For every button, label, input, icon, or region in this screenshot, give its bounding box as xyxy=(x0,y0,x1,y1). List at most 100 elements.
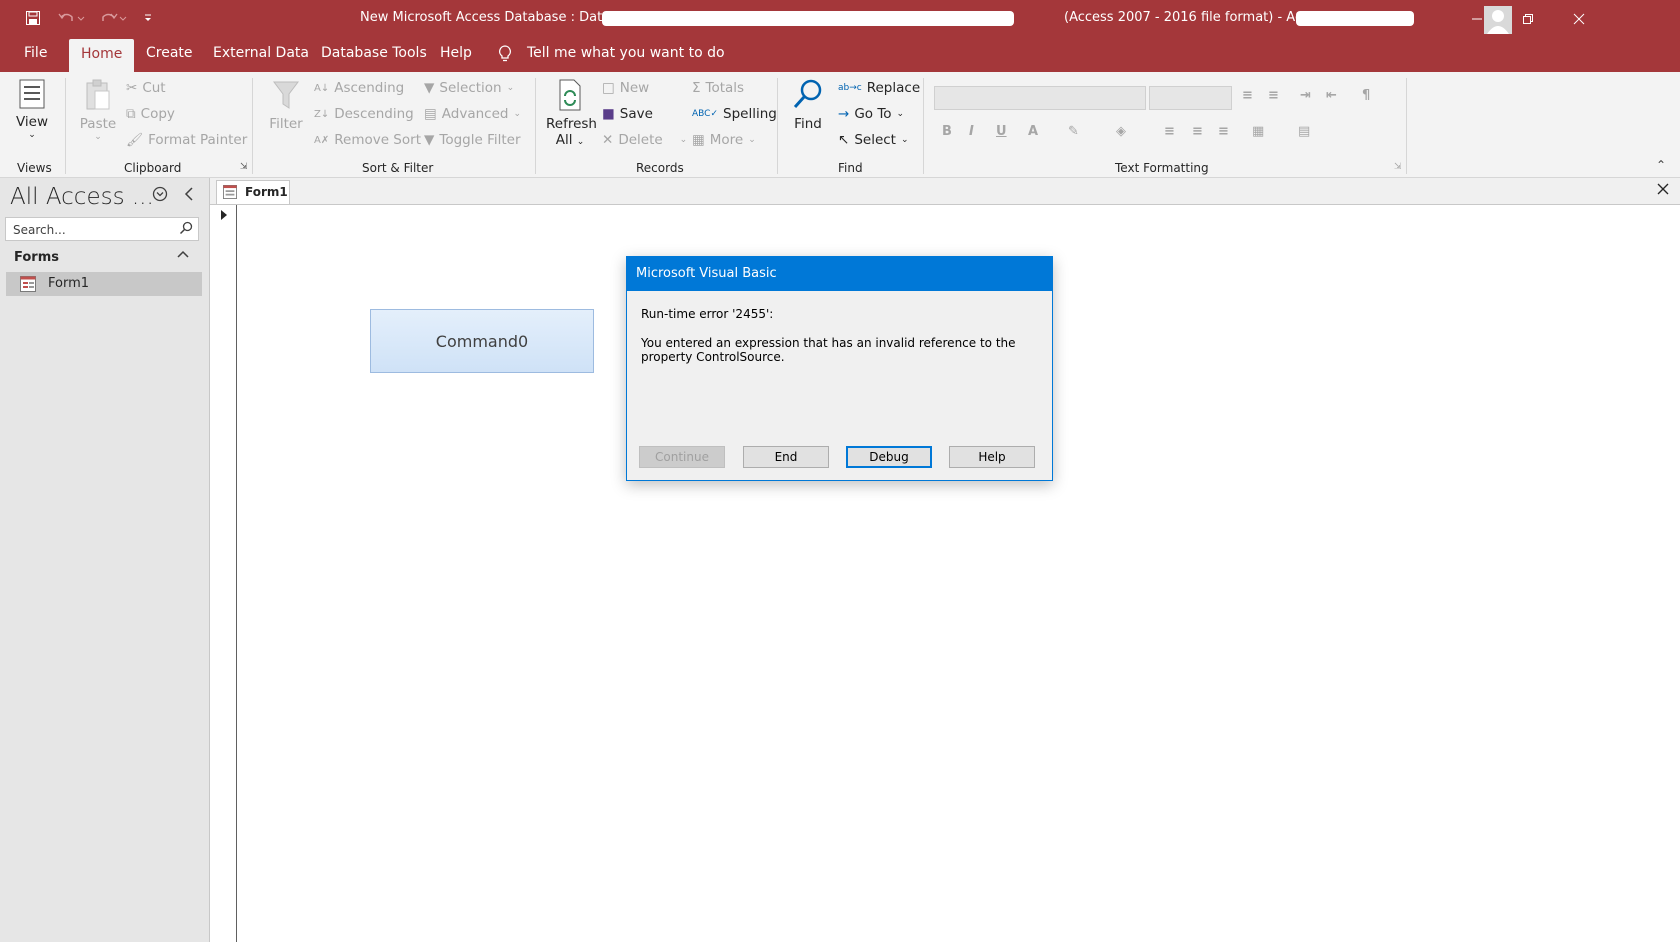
divider xyxy=(65,78,66,174)
continue-button[interactable]: Continue xyxy=(639,446,725,468)
tab-database-tools[interactable]: Database Tools xyxy=(321,45,427,61)
tab-help[interactable]: Help xyxy=(440,45,472,61)
view-button[interactable]: View ⌄ xyxy=(12,78,52,140)
filter-button[interactable]: Filter xyxy=(266,78,306,132)
paste-button[interactable]: Paste ⌄ xyxy=(76,78,120,142)
copy-button[interactable]: ⧉ Copy xyxy=(126,106,175,122)
font-size-combo[interactable] xyxy=(1149,86,1232,110)
shutter-bar-close-icon[interactable] xyxy=(183,186,195,206)
dialog-launcher-icon[interactable]: ⇲ xyxy=(1394,162,1402,172)
nav-category-forms[interactable]: Forms xyxy=(14,250,59,265)
sigma-icon: Σ xyxy=(692,80,701,96)
delete-record-button[interactable]: ✕ Delete ⌄ xyxy=(602,132,687,148)
remove-sort-icon: A✗ xyxy=(314,134,330,146)
new-record-button[interactable]: □ New xyxy=(602,80,649,96)
highlight-icon[interactable]: ✎ xyxy=(1068,124,1079,139)
format-painter-button[interactable]: 🖌 Format Painter xyxy=(126,132,247,148)
nav-search-input[interactable] xyxy=(11,219,175,241)
decrease-indent-icon[interactable]: ⇤ xyxy=(1326,88,1337,103)
command0-button[interactable]: Command0 xyxy=(370,309,594,373)
tab-file[interactable]: File xyxy=(24,45,47,61)
replace-icon: ab→c xyxy=(838,83,862,93)
debug-button[interactable]: Debug xyxy=(846,446,932,468)
tab-home[interactable]: Home xyxy=(69,39,135,72)
collapse-ribbon-icon[interactable]: ⌃ xyxy=(1656,158,1666,172)
end-button[interactable]: End xyxy=(743,446,829,468)
minimize-icon[interactable] xyxy=(1454,0,1500,37)
refresh-all-button[interactable]: Refresh All ⌄ xyxy=(546,78,597,148)
remove-sort-button[interactable]: A✗ Remove Sort xyxy=(314,132,421,148)
more-label: More xyxy=(709,132,744,148)
more-button[interactable]: ▦ More ⌄ xyxy=(692,132,756,148)
spelling-button[interactable]: ABC✓ Spelling xyxy=(692,106,777,122)
help-button[interactable]: Help xyxy=(949,446,1035,468)
close-icon[interactable] xyxy=(1556,0,1602,37)
collapse-category-icon[interactable] xyxy=(177,248,189,263)
navigation-pane: All Access ... Forms Form1 xyxy=(0,178,210,942)
find-button[interactable]: Find xyxy=(788,78,828,132)
views-group-label: Views xyxy=(17,161,52,175)
vb-error-dialog: Microsoft Visual Basic Run-time error '2… xyxy=(626,256,1053,481)
advanced-button[interactable]: ▤ Advanced ⌄ xyxy=(424,106,521,122)
records-group-label: Records xyxy=(636,161,684,175)
dialog-launcher-icon[interactable]: ⇲ xyxy=(240,162,248,172)
increase-indent-icon[interactable]: ⇥ xyxy=(1300,88,1311,103)
italic-button[interactable]: I xyxy=(969,124,974,139)
restore-icon[interactable] xyxy=(1505,0,1551,37)
advanced-label: Advanced xyxy=(441,106,509,122)
lightbulb-icon xyxy=(498,45,512,67)
select-button[interactable]: ↖ Select ⌄ xyxy=(838,132,909,148)
spelling-icon: ABC✓ xyxy=(692,109,718,119)
find-label: Find xyxy=(794,116,822,132)
ascending-button[interactable]: A↓ Ascending xyxy=(314,80,404,96)
background-image-icon[interactable]: ▦ xyxy=(1252,124,1264,139)
doc-tab-form1[interactable]: Form1 xyxy=(216,180,290,204)
redo-icon[interactable] xyxy=(97,6,131,30)
error-message: You entered an expression that has an in… xyxy=(641,336,1016,364)
totals-button[interactable]: Σ Totals xyxy=(692,80,744,96)
magnifier-icon xyxy=(793,79,822,109)
close-document-icon[interactable] xyxy=(1657,183,1669,199)
replace-label: Replace xyxy=(866,80,921,96)
text-formatting-group-label: Text Formatting xyxy=(1115,161,1209,175)
cut-button[interactable]: ✂ Cut xyxy=(126,80,166,96)
selection-button[interactable]: ▼ Selection ⌄ xyxy=(424,80,514,96)
toggle-filter-button[interactable]: ▼ Toggle Filter xyxy=(424,132,521,148)
form-icon xyxy=(20,276,36,296)
selection-filter-icon: ▼ xyxy=(424,80,435,96)
align-center-icon[interactable]: ≡ xyxy=(1192,124,1203,139)
clipboard-group-label: Clipboard xyxy=(124,161,182,175)
nav-pane-title[interactable]: All Access ... xyxy=(10,184,154,210)
tab-create[interactable]: Create xyxy=(146,45,193,61)
replace-button[interactable]: ab→c Replace xyxy=(838,80,920,96)
undo-icon[interactable] xyxy=(55,6,89,30)
tell-me-search[interactable]: Tell me what you want to do xyxy=(527,45,725,61)
tab-external-data[interactable]: External Data xyxy=(213,45,309,61)
fill-color-icon[interactable]: ◈ xyxy=(1116,124,1126,139)
nav-item-form1[interactable]: Form1 xyxy=(6,272,202,296)
format-painter-label: Format Painter xyxy=(148,132,248,148)
align-right-icon[interactable]: ≡ xyxy=(1218,124,1229,139)
font-name-combo[interactable] xyxy=(934,86,1146,110)
paragraph-direction-icon[interactable]: ¶ xyxy=(1362,88,1370,103)
save-record-button[interactable]: ■ Save xyxy=(602,106,653,122)
align-left-icon[interactable]: ≡ xyxy=(1164,124,1175,139)
arrow-right-icon: → xyxy=(838,106,850,122)
bold-button[interactable]: B xyxy=(942,124,952,139)
sort-ascending-icon: A↓ xyxy=(314,82,330,94)
gridlines-icon[interactable]: ▤ xyxy=(1298,124,1310,139)
font-color-button[interactable]: A xyxy=(1028,124,1038,139)
view-label: View xyxy=(15,114,49,130)
numbering-icon[interactable]: ≡ xyxy=(1268,88,1279,103)
bullets-icon[interactable]: ≡ xyxy=(1242,88,1253,103)
save-icon[interactable] xyxy=(22,6,44,30)
delete-icon: ✕ xyxy=(602,132,614,148)
goto-button[interactable]: → Go To ⌄ xyxy=(838,106,904,122)
underline-button[interactable]: U xyxy=(996,124,1007,139)
descending-button[interactable]: Z↓ Descending xyxy=(314,106,414,122)
record-selector[interactable] xyxy=(210,205,237,942)
nav-menu-icon[interactable] xyxy=(152,186,168,206)
search-icon[interactable] xyxy=(179,221,193,239)
remove-sort-label: Remove Sort xyxy=(334,132,421,148)
customize-qat-icon[interactable] xyxy=(140,6,156,30)
